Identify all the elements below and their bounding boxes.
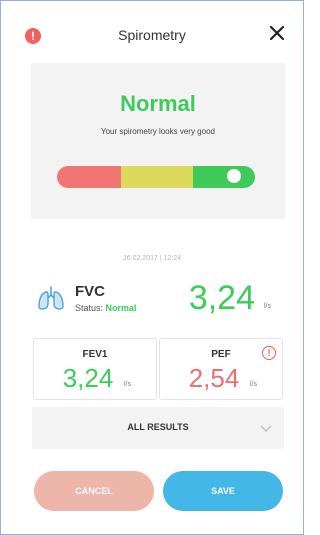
pef-value: 2,54 [188,363,240,393]
lungs-icon [38,286,64,310]
pef-label: PEF [211,349,231,360]
fvc-status-value: Normal [105,303,137,313]
scale-segment-bad [57,166,121,188]
fev1-card: FEV1 3,24 l/s [33,338,157,400]
fvc-summary: FVC Status: Normal 3,24 l/s [37,273,275,325]
all-results-label: ALL RESULTS [127,422,189,432]
fvc-unit: l/s [264,303,271,310]
save-button[interactable]: SAVE [163,471,283,511]
dialog-header: ! Spirometry [1,1,303,71]
result-scale-bar [57,166,255,188]
close-icon[interactable] [265,21,289,45]
fev1-unit: l/s [124,381,131,388]
cancel-button[interactable]: CANCEL [34,471,154,511]
pef-card: ! PEF 2,54 l/s [159,338,283,400]
scale-segment-warning [121,166,193,188]
fev1-label: FEV1 [82,349,108,360]
result-summary-card: Normal Your spirometry looks very good [31,63,285,219]
result-subtitle: Your spirometry looks very good [101,127,215,136]
measurement-timestamp: 26.02.2017 | 12:24 [122,255,182,262]
scale-segment-good [193,166,255,188]
fvc-status: Status: Normal [75,303,137,313]
scale-indicator [227,169,241,183]
page-title: Spirometry [118,27,186,43]
spirometry-dialog: ! Spirometry Normal Your spirometry look… [0,0,304,535]
result-status: Normal [120,91,196,116]
chevron-down-icon [260,425,272,432]
fev1-value: 3,24 [62,363,114,393]
fvc-label: FVC [75,283,105,300]
pef-unit: l/s [250,381,257,388]
fvc-value: 3,24 [188,279,255,317]
all-results-toggle[interactable]: ALL RESULTS [32,407,284,449]
fvc-status-prefix: Status: [75,303,106,313]
